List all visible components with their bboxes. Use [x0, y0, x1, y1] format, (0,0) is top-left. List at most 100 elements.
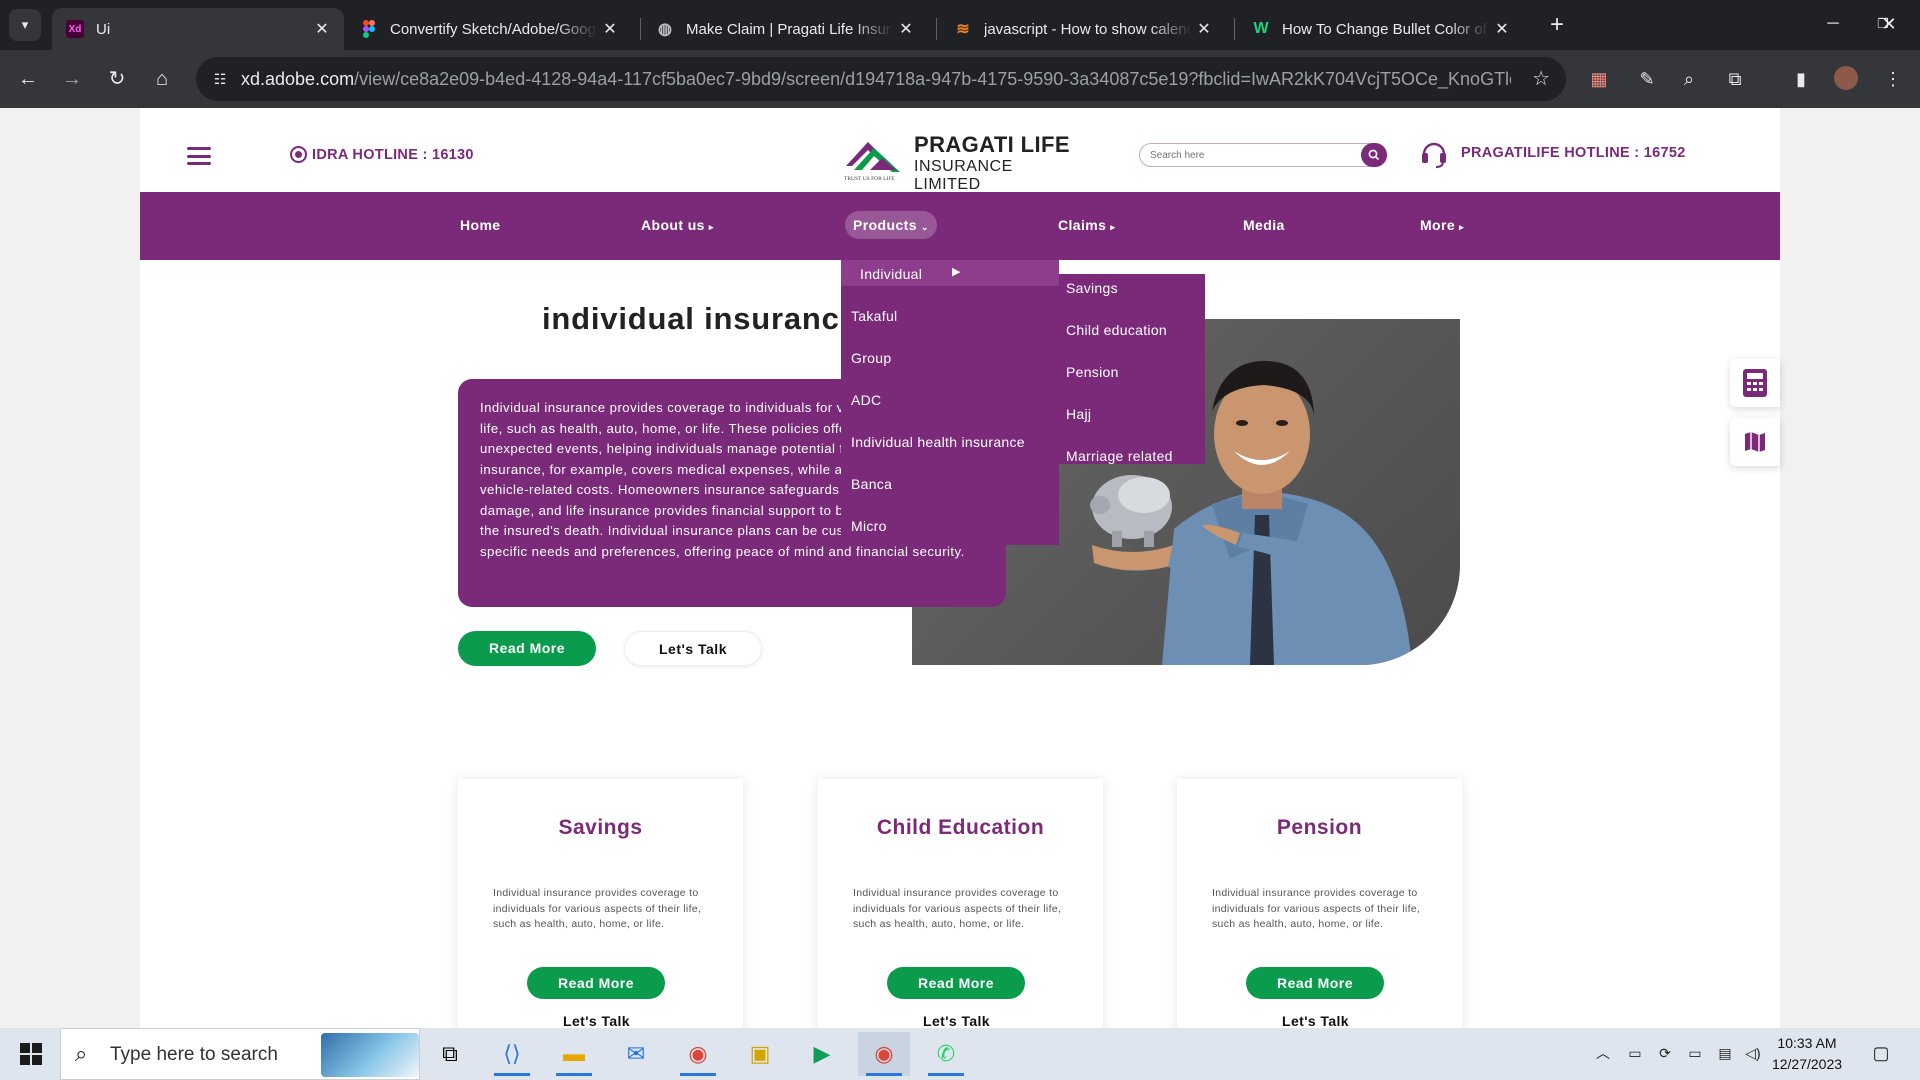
tab-close-icon[interactable]: ✕ [310, 19, 334, 39]
submenu-item-hajj[interactable]: Hajj [1066, 406, 1091, 422]
card-lets-talk-link[interactable]: Let's Talk [1177, 1013, 1454, 1028]
tab-4[interactable]: W How To Change Bullet Color of ✕ [1238, 8, 1524, 50]
card-description: Individual insurance provides coverage t… [853, 887, 1062, 930]
hero-read-more-button[interactable]: Read More [458, 631, 596, 666]
tab-close-icon[interactable]: ✕ [598, 19, 622, 39]
tray-chevron-up-icon[interactable]: ︿ [1592, 1042, 1614, 1064]
windows-start-button[interactable] [8, 1032, 54, 1076]
nav-claims[interactable]: Claims ▸ [1058, 217, 1115, 233]
extension-calendar-icon[interactable]: ▦ [1586, 66, 1612, 92]
tab-close-icon[interactable]: ✕ [1192, 19, 1216, 39]
bookmark-star-icon[interactable]: ☆ [1532, 66, 1550, 91]
browser-menu-icon[interactable]: ⋮ [1880, 66, 1906, 92]
pragatilife-hotline[interactable]: PRAGATILIFE HOTLINE : 16752 [1420, 138, 1686, 168]
tab-title: javascript - How to show calend [984, 20, 1192, 38]
close-window-button[interactable]: ✕ [1866, 8, 1912, 40]
system-clock[interactable]: 10:33 AM 12/27/2023 [1762, 1033, 1852, 1075]
globe-icon: ◍ [658, 21, 672, 38]
dropdown-item-group[interactable]: Group [851, 350, 891, 366]
tab-3[interactable]: ≋ javascript - How to show calend ✕ [940, 8, 1226, 50]
tab-close-icon[interactable]: ✕ [894, 19, 918, 39]
dropdown-item-takaful[interactable]: Takaful [851, 308, 897, 324]
idra-hotline[interactable]: IDRA HOTLINE : 16130 [290, 146, 474, 163]
chrome-icon[interactable]: ◉ [672, 1032, 724, 1076]
extension-lens-icon[interactable]: ⌕ [1676, 66, 1702, 92]
nav-about-us[interactable]: About us ▸ [641, 217, 714, 233]
nav-home[interactable]: Home [460, 217, 501, 233]
back-icon[interactable]: ← [12, 63, 44, 95]
home-icon[interactable]: ⌂ [146, 63, 178, 95]
meet-icon[interactable]: ▶ [796, 1032, 848, 1076]
hamburger-menu-icon[interactable] [187, 147, 211, 165]
dropdown-item-banca[interactable]: Banca [851, 476, 892, 492]
card-lets-talk-link[interactable]: Let's Talk [458, 1013, 735, 1028]
file-explorer-icon[interactable]: ▬ [548, 1032, 600, 1076]
pragati-life-logo[interactable]: PRAGATI LIFE INSURANCE LIMITED TRUST US … [844, 130, 1084, 193]
task-view-icon[interactable]: ⧉ [424, 1032, 476, 1076]
w-site-icon: W [1253, 20, 1269, 37]
product-card-savings: Savings Individual insurance provides co… [458, 779, 743, 1028]
figma-icon [360, 20, 378, 38]
chrome-active-icon[interactable]: ◉ [858, 1032, 910, 1076]
minimize-button[interactable]: ─ [1810, 8, 1856, 40]
browser-toolbar: ← → ↻ ⌂ ☷ xd.adobe.com/view/ce8a2e09-b4e… [0, 50, 1920, 108]
reload-icon[interactable]: ↻ [101, 63, 133, 95]
tab-close-icon[interactable]: ✕ [1490, 19, 1514, 39]
nav-products[interactable]: Products ⌄ [845, 211, 937, 239]
url-text[interactable]: xd.adobe.com/view/ce8a2e09-b4ed-4128-94a… [241, 69, 1511, 90]
nav-claims-label: Claims [1058, 217, 1107, 233]
xd-artboard: IDRA HOTLINE : 16130 PRAGATI LIFE INSURA… [140, 108, 1780, 1028]
extensions-puzzle-icon[interactable]: ⧉ [1722, 66, 1748, 92]
whatsapp-icon[interactable]: ✆ [920, 1032, 972, 1076]
map-float-button[interactable] [1730, 418, 1780, 466]
player-icon[interactable]: ▣ [734, 1032, 786, 1076]
dropdown-item-micro[interactable]: Micro [851, 518, 887, 534]
taskbar-search-box[interactable]: ⌕ Type here to search [60, 1028, 420, 1080]
logo-mark-icon [846, 142, 900, 172]
mail-icon[interactable]: ✉ [610, 1032, 662, 1076]
tab-0[interactable]: Xd Ui ✕ [52, 8, 344, 50]
vscode-icon[interactable]: ⟨⟩ [486, 1032, 538, 1076]
windows-logo-icon [20, 1043, 42, 1065]
tab-search-button[interactable]: ▾ [9, 9, 41, 41]
card-title: Savings [558, 816, 643, 839]
calculator-float-button[interactable] [1730, 359, 1780, 407]
dropdown-item-individual[interactable]: Individual ▶ [841, 260, 1059, 286]
dropdown-item-individual-health[interactable]: Individual health insurance [851, 434, 1025, 450]
forward-icon[interactable]: → [56, 63, 88, 95]
site-info-icon[interactable]: ☷ [208, 67, 232, 91]
nav-media[interactable]: Media [1243, 217, 1285, 233]
taskbar-search-placeholder: Type here to search [110, 1044, 278, 1065]
tab-1[interactable]: Convertify Sketch/Adobe/Goog ✕ [346, 8, 632, 50]
submenu-item-savings[interactable]: Savings [1066, 280, 1118, 296]
brand-tagline: TRUST US FOR LIFE [844, 176, 895, 182]
volume-icon[interactable]: ◁) [1742, 1042, 1764, 1064]
caret-right-icon: ▶ [952, 266, 961, 278]
product-card-pension: Pension Individual insurance provides co… [1177, 779, 1462, 1028]
map-icon [1745, 432, 1765, 452]
battery-icon[interactable]: ▭ [1684, 1042, 1706, 1064]
nav-more[interactable]: More ▸ [1420, 217, 1464, 233]
card-lets-talk-link[interactable]: Let's Talk [818, 1013, 1095, 1028]
card-read-more-button[interactable]: Read More [527, 967, 665, 999]
side-panel-icon[interactable]: ▮ [1788, 66, 1814, 92]
search-button[interactable] [1361, 143, 1387, 167]
card-read-more-button[interactable]: Read More [887, 967, 1025, 999]
tray-sync-icon[interactable]: ⟳ [1654, 1042, 1676, 1064]
tray-meet-icon[interactable]: ▭ [1624, 1042, 1646, 1064]
new-tab-button[interactable]: + [1542, 10, 1572, 40]
notifications-icon[interactable]: ▢ [1870, 1042, 1892, 1064]
tab-2[interactable]: ◍ Make Claim | Pragati Life Insura ✕ [642, 8, 928, 50]
submenu-item-marriage-related[interactable]: Marriage related [1066, 448, 1173, 464]
network-icon[interactable]: ▤ [1714, 1042, 1736, 1064]
dropdown-item-adc[interactable]: ADC [851, 392, 881, 408]
submenu-item-child-education[interactable]: Child education [1066, 322, 1167, 338]
extension-pen-icon[interactable]: ✎ [1634, 66, 1660, 92]
hero-lets-talk-button[interactable]: Let's Talk [624, 631, 762, 666]
stackoverflow-icon: ≋ [956, 21, 970, 38]
profile-avatar[interactable] [1834, 66, 1858, 90]
search-input[interactable] [1150, 147, 1350, 163]
card-read-more-button[interactable]: Read More [1246, 967, 1384, 999]
submenu-item-pension[interactable]: Pension [1066, 364, 1119, 380]
address-bar[interactable]: ☷ xd.adobe.com/view/ce8a2e09-b4ed-4128-9… [196, 57, 1566, 101]
